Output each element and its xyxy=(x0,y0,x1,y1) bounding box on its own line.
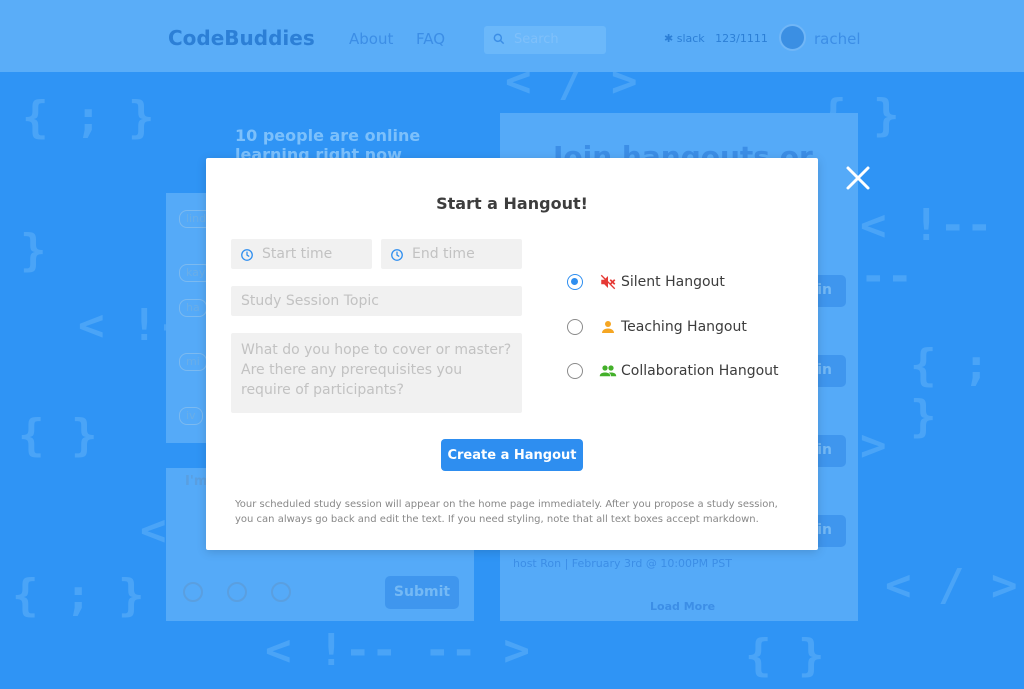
online-users-panel xyxy=(166,193,208,443)
radio-button[interactable] xyxy=(567,363,583,379)
people-icon xyxy=(599,365,617,377)
hangout-type-silent[interactable]: Silent Hangout xyxy=(567,271,725,293)
close-icon[interactable] xyxy=(843,163,873,193)
people-icon xyxy=(271,582,291,602)
modal-title: Start a Hangout! xyxy=(436,194,588,213)
nav-faq-link[interactable]: FAQ xyxy=(416,30,445,48)
background-code-glyph: { ; } xyxy=(910,340,990,442)
start-time-field[interactable] xyxy=(231,239,372,269)
hangout-type-label: Collaboration Hangout xyxy=(621,363,779,379)
hangout-host-line: host Ron | February 3rd @ 10:00PM PST xyxy=(513,557,732,570)
slack-status: ✱ slack 123/1111 xyxy=(664,32,768,45)
site-logo[interactable]: CodeBuddies xyxy=(168,26,315,50)
muted-speaker-icon xyxy=(183,582,203,602)
markdown-note: Your scheduled study session will appear… xyxy=(235,499,778,525)
description-textarea[interactable] xyxy=(231,333,522,413)
background-code-glyph: < / > xyxy=(885,560,1018,611)
search-placeholder: Search xyxy=(514,32,559,47)
search-input[interactable]: Search xyxy=(484,26,606,54)
submit-button[interactable]: Submit xyxy=(385,576,459,609)
hangout-type-teaching[interactable]: Teaching Hangout xyxy=(567,316,747,338)
hangout-type-label: Silent Hangout xyxy=(621,274,725,290)
background-code-glyph: < xyxy=(140,505,167,556)
user-tag: iv xyxy=(179,407,203,425)
topic-input[interactable] xyxy=(231,286,522,316)
description-field[interactable] xyxy=(231,333,522,413)
hangout-type-collaboration[interactable]: Collaboration Hangout xyxy=(567,360,779,382)
end-time-field[interactable] xyxy=(381,239,522,269)
composer-label: I'm xyxy=(185,474,208,489)
radio-button[interactable] xyxy=(567,319,583,335)
create-hangout-button[interactable]: Create a Hangout xyxy=(441,439,583,471)
avatar[interactable] xyxy=(779,24,806,51)
slack-count: 123/1111 xyxy=(715,32,768,45)
radio-button[interactable] xyxy=(567,274,583,290)
slack-label: slack xyxy=(676,32,705,45)
topic-field[interactable] xyxy=(231,286,522,316)
background-code-glyph: { ; } xyxy=(22,92,155,143)
person-icon xyxy=(602,321,614,333)
user-tag: ha xyxy=(179,299,207,317)
clock-icon xyxy=(391,249,403,261)
background-code-glyph: < !-- -- xyxy=(860,200,993,302)
background-code-glyph: { } xyxy=(18,410,98,461)
top-navbar: CodeBuddies About FAQ Search ✱ slack 123… xyxy=(0,0,1024,72)
background-code-glyph: { ; } xyxy=(12,570,145,621)
person-icon xyxy=(227,582,247,602)
clock-icon xyxy=(241,249,253,261)
nav-about-link[interactable]: About xyxy=(349,30,393,48)
hangout-type-label: Teaching Hangout xyxy=(621,319,747,335)
load-more-link[interactable]: Load More xyxy=(650,600,715,613)
start-hangout-modal: Start a Hangout! Silent Hangout Teaching… xyxy=(206,158,818,550)
background-code-glyph: > xyxy=(860,420,887,471)
muted-speaker-icon xyxy=(600,274,616,290)
background-code-glyph: } xyxy=(20,225,47,276)
background-code-glyph: { } xyxy=(745,630,825,681)
user-tag: mi xyxy=(179,353,207,371)
background-code-glyph: < !-- -- > xyxy=(265,625,530,676)
username-link[interactable]: rachel xyxy=(814,30,861,48)
slack-icon: ✱ xyxy=(664,32,674,45)
search-icon xyxy=(493,33,505,45)
